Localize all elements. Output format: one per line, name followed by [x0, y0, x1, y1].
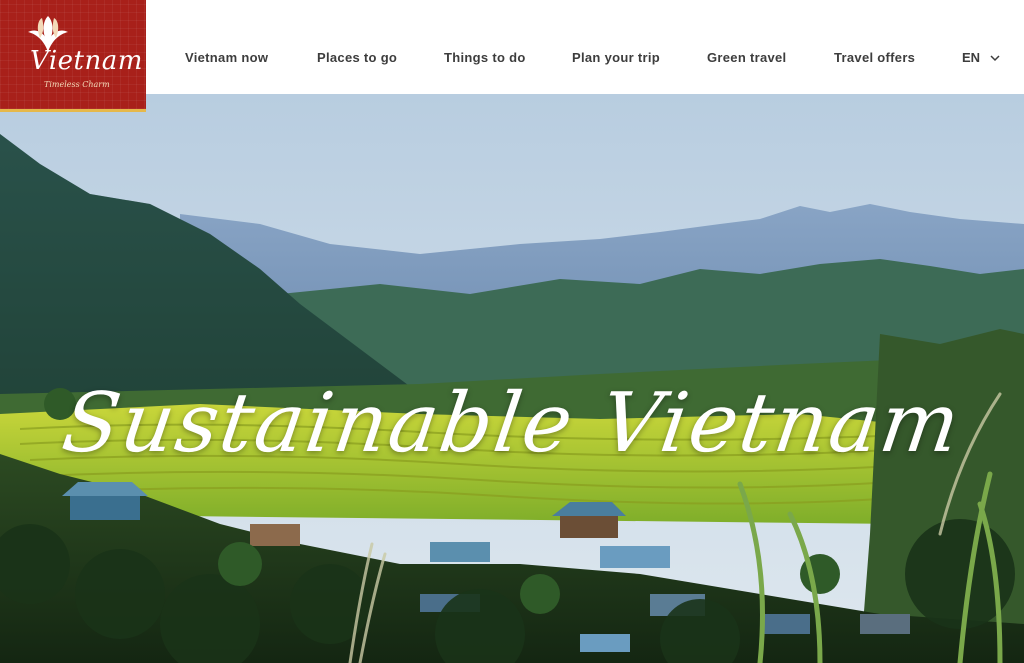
nav-item-places-to-go[interactable]: Places to go: [317, 50, 397, 65]
site-header: Vietnam Timeless Charm Vietnam now Place…: [0, 0, 1024, 112]
nav-item-things-to-do[interactable]: Things to do: [444, 50, 526, 65]
nav-item-green-travel[interactable]: Green travel: [707, 50, 786, 65]
language-selector[interactable]: EN: [962, 50, 1000, 65]
main-nav: Vietnam now Places to go Things to do Pl…: [146, 0, 1024, 94]
chevron-down-icon: [990, 54, 1000, 61]
logo-tagline: Timeless Charm: [44, 80, 110, 89]
vietnam-logo[interactable]: Vietnam Timeless Charm: [0, 0, 146, 112]
nav-item-vietnam-now[interactable]: Vietnam now: [185, 50, 268, 65]
nav-item-travel-offers[interactable]: Travel offers: [834, 50, 915, 65]
hero-banner: Sustainable Vietnam: [0, 94, 1024, 663]
nav-item-plan-your-trip[interactable]: Plan your trip: [572, 50, 660, 65]
logo-wordmark: Vietnam: [30, 46, 143, 76]
hero-title: Sustainable Vietnam: [56, 376, 968, 471]
language-label: EN: [962, 50, 981, 65]
